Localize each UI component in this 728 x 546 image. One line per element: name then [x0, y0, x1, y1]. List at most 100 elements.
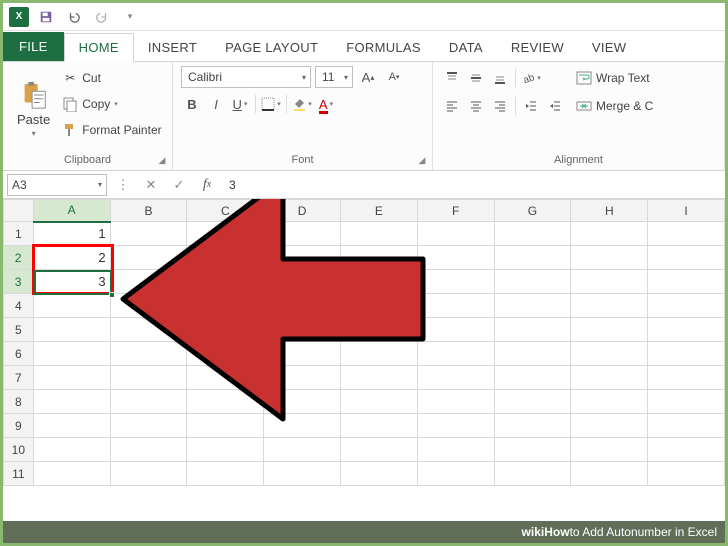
- cell[interactable]: [571, 270, 648, 294]
- cell[interactable]: [341, 366, 418, 390]
- cell[interactable]: [571, 246, 648, 270]
- cell[interactable]: [33, 438, 110, 462]
- select-all-corner[interactable]: [4, 200, 34, 222]
- tab-page-layout[interactable]: PAGE LAYOUT: [211, 34, 332, 61]
- cell[interactable]: [417, 462, 494, 486]
- cell[interactable]: [648, 342, 725, 366]
- tab-view[interactable]: VIEW: [578, 34, 640, 61]
- cell[interactable]: [341, 390, 418, 414]
- cell[interactable]: [110, 294, 187, 318]
- cell[interactable]: [341, 222, 418, 246]
- cell[interactable]: [417, 414, 494, 438]
- row-header-9[interactable]: 9: [4, 414, 34, 438]
- cell[interactable]: [110, 414, 187, 438]
- col-header-b[interactable]: B: [110, 200, 187, 222]
- cell[interactable]: [494, 246, 571, 270]
- row-header-1[interactable]: 1: [4, 222, 34, 246]
- font-color-button[interactable]: A: [315, 93, 337, 115]
- cell[interactable]: [571, 366, 648, 390]
- col-header-i[interactable]: I: [648, 200, 725, 222]
- cell[interactable]: [110, 366, 187, 390]
- decrease-font-button[interactable]: A▾: [383, 66, 405, 88]
- row-header-3[interactable]: 3: [4, 270, 34, 294]
- cell[interactable]: [341, 438, 418, 462]
- row-header-7[interactable]: 7: [4, 366, 34, 390]
- row-header-8[interactable]: 8: [4, 390, 34, 414]
- cell[interactable]: [571, 414, 648, 438]
- row-header-5[interactable]: 5: [4, 318, 34, 342]
- align-center-button[interactable]: [465, 95, 487, 117]
- font-size-combo[interactable]: 11 ▾: [315, 66, 353, 88]
- cell[interactable]: [494, 294, 571, 318]
- row-header-11[interactable]: 11: [4, 462, 34, 486]
- cell[interactable]: [187, 462, 264, 486]
- cell[interactable]: [264, 414, 341, 438]
- cell[interactable]: [417, 270, 494, 294]
- customize-qat-caret-icon[interactable]: ▾: [119, 6, 141, 28]
- cell[interactable]: [341, 246, 418, 270]
- cell[interactable]: [571, 318, 648, 342]
- clipboard-dialog-launcher[interactable]: ◢: [156, 154, 168, 166]
- redo-icon[interactable]: [91, 6, 113, 28]
- merge-center-button[interactable]: Merge & C: [576, 94, 653, 118]
- tab-home[interactable]: HOME: [64, 33, 134, 62]
- cell[interactable]: [33, 342, 110, 366]
- cell[interactable]: [187, 366, 264, 390]
- cell[interactable]: [110, 222, 187, 246]
- paste-button[interactable]: Paste ▾: [11, 66, 56, 152]
- cell[interactable]: [417, 390, 494, 414]
- col-header-e[interactable]: E: [341, 200, 418, 222]
- orientation-button[interactable]: ab: [520, 67, 542, 89]
- cell[interactable]: [571, 342, 648, 366]
- cell[interactable]: [494, 390, 571, 414]
- cell[interactable]: [264, 318, 341, 342]
- cell[interactable]: [110, 462, 187, 486]
- tab-formulas[interactable]: FORMULAS: [332, 34, 435, 61]
- insert-function-button[interactable]: fx: [195, 174, 219, 196]
- cell[interactable]: [417, 366, 494, 390]
- worksheet-grid[interactable]: A B C D E F G H I 11 22 33 4 5 6 7 8 9 1…: [3, 199, 725, 545]
- cell[interactable]: [648, 318, 725, 342]
- cell[interactable]: [33, 366, 110, 390]
- cell[interactable]: [341, 318, 418, 342]
- cell[interactable]: [494, 318, 571, 342]
- cell[interactable]: [648, 390, 725, 414]
- col-header-a[interactable]: A: [33, 200, 110, 222]
- cell[interactable]: [110, 270, 187, 294]
- cell-a1[interactable]: 1: [33, 222, 110, 246]
- cell[interactable]: [264, 390, 341, 414]
- tab-insert[interactable]: INSERT: [134, 34, 211, 61]
- cell-a3[interactable]: 3: [33, 270, 110, 294]
- cell[interactable]: [571, 438, 648, 462]
- col-header-f[interactable]: F: [417, 200, 494, 222]
- cell[interactable]: [341, 294, 418, 318]
- cell[interactable]: [494, 438, 571, 462]
- cell[interactable]: [494, 342, 571, 366]
- cell[interactable]: [648, 462, 725, 486]
- cell[interactable]: [33, 414, 110, 438]
- font-name-combo[interactable]: Calibri ▾: [181, 66, 311, 88]
- cell[interactable]: [341, 414, 418, 438]
- cell[interactable]: [417, 438, 494, 462]
- format-painter-button[interactable]: Format Painter: [62, 118, 161, 142]
- cell[interactable]: [341, 342, 418, 366]
- cell[interactable]: [187, 246, 264, 270]
- align-top-button[interactable]: [441, 67, 463, 89]
- cell[interactable]: [417, 246, 494, 270]
- col-header-h[interactable]: H: [571, 200, 648, 222]
- cell[interactable]: [33, 462, 110, 486]
- cancel-formula-button[interactable]: ✕: [139, 174, 163, 196]
- enter-formula-button[interactable]: ✓: [167, 174, 191, 196]
- tab-data[interactable]: DATA: [435, 34, 497, 61]
- undo-icon[interactable]: [63, 6, 85, 28]
- cell[interactable]: [264, 246, 341, 270]
- align-left-button[interactable]: [441, 95, 463, 117]
- tab-review[interactable]: REVIEW: [497, 34, 578, 61]
- cell[interactable]: [187, 294, 264, 318]
- cell[interactable]: [648, 222, 725, 246]
- cell[interactable]: [110, 246, 187, 270]
- cell[interactable]: [648, 366, 725, 390]
- cell[interactable]: [264, 270, 341, 294]
- cell[interactable]: [110, 318, 187, 342]
- tab-file[interactable]: FILE: [3, 32, 64, 61]
